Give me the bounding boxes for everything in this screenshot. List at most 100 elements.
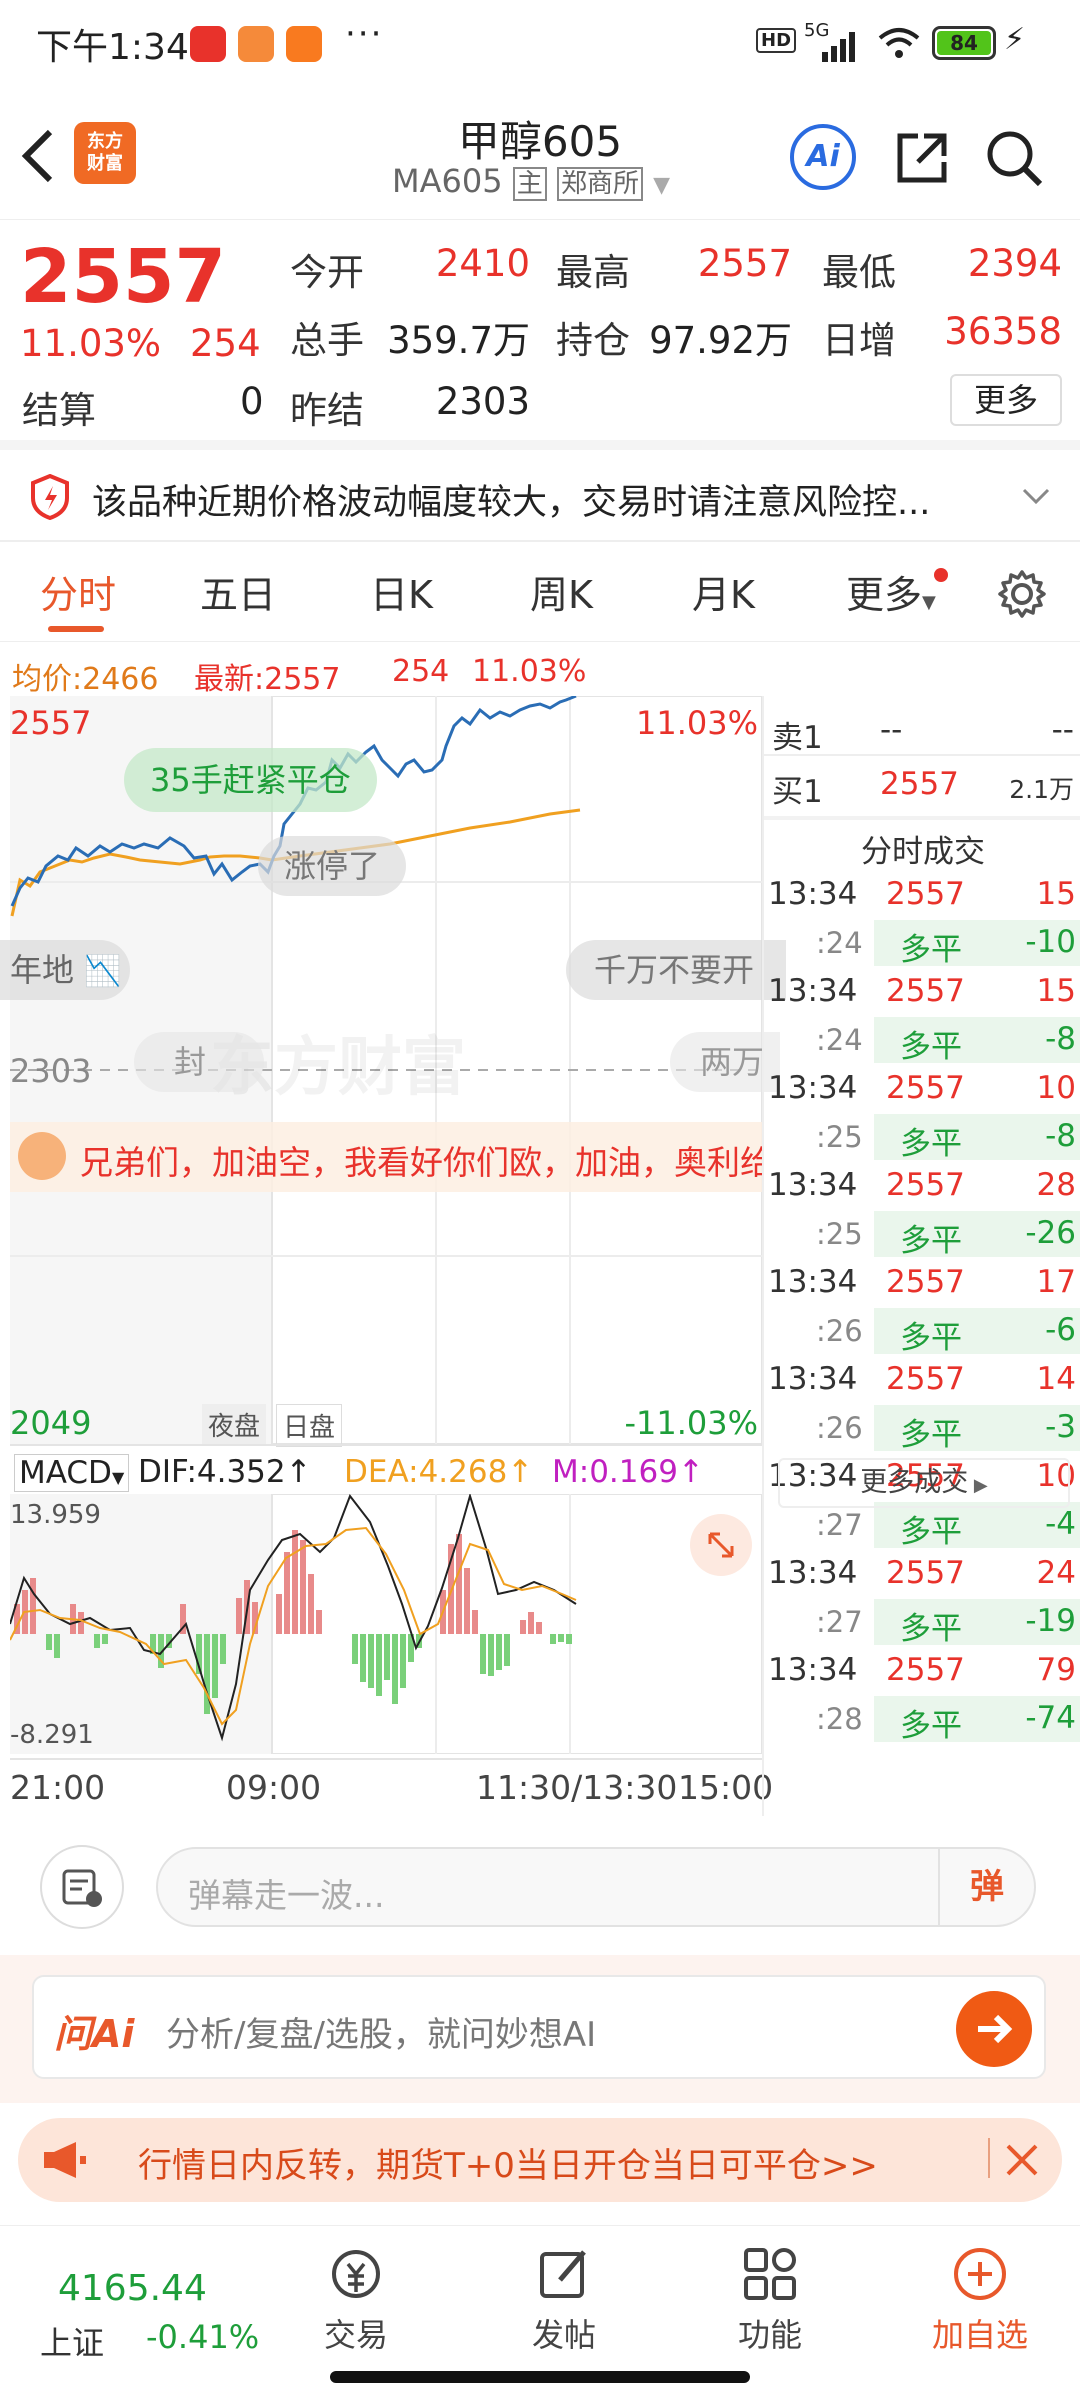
trades-panel: 卖1 -- -- 买1 2557 2.1万 分时成交 13:34 2557 15:2… <box>762 696 1080 1816</box>
trade-type: 多平 <box>900 1029 962 1065</box>
pct-axis-top: 11.03% <box>635 704 758 742</box>
latest-change: 254 <box>392 654 450 689</box>
macd-dea: DEA:4.268↑ <box>344 1454 534 1490</box>
trade-detail-row: :26 多平 -6 <box>764 1308 1080 1356</box>
tab-intraday[interactable]: 分时 <box>40 564 116 619</box>
intraday-chart[interactable]: 2557 11.03% 2303 2049 -11.03% 夜盘 日盘 东方财富… <box>0 696 786 1447</box>
volume-label: 总手 <box>290 319 364 362</box>
macd-panel[interactable]: MACD▼ DIF:4.352↑ DEA:4.268↑ M:0.169↑ 13.… <box>10 1444 762 1754</box>
share-icon[interactable] <box>894 130 950 186</box>
trade-volume: 79 <box>1036 1652 1076 1688</box>
tab-daily-k[interactable]: 日K <box>370 564 433 619</box>
macd-selector[interactable]: MACD▼ <box>14 1454 130 1492</box>
settings-gear-icon[interactable] <box>996 568 1048 620</box>
grid-icon <box>744 2248 796 2300</box>
night-session-label: 夜盘 <box>202 1404 267 1445</box>
high-value: 2557 <box>697 242 792 285</box>
trade-second: :27 <box>816 1605 863 1639</box>
ask-ai-section: 问Ai 分析/复盘/选股，就问妙想AI <box>0 1955 1080 2103</box>
nav-post[interactable]: 发帖 <box>494 2226 634 2356</box>
trade-delta: -74 <box>1025 1700 1076 1736</box>
trade-type: 多平 <box>900 1320 962 1356</box>
app-notification-icon <box>238 26 274 62</box>
danmaku-input[interactable]: 弹幕走一波... 弹 <box>156 1847 1036 1927</box>
exchange-badge: 郑商所 <box>556 167 643 201</box>
quote-panel: 2557 11.03% 254 结算 0 今开 2410 最高 2557 最低 … <box>0 220 1080 450</box>
latest-pct: 11.03% <box>472 654 587 689</box>
trade-row: 13:34 2557 24 <box>764 1551 1080 1599</box>
ai-icon[interactable]: Ai <box>790 124 856 190</box>
nav-add-watchlist[interactable]: 加自选 <box>910 2226 1050 2356</box>
trade-volume: 17 <box>1036 1264 1076 1300</box>
index-ticker[interactable]: 4165.44 上证 -0.41% <box>0 2226 259 2362</box>
trade-detail-row: :26 多平 -3 <box>764 1405 1080 1453</box>
app-notification-icon <box>190 26 226 62</box>
risk-warning[interactable]: 该品种近期价格波动幅度较大，交易时请注意风险控... <box>0 450 1080 542</box>
trade-type: 多平 <box>900 1126 962 1162</box>
status-time: 下午1:34 <box>36 27 189 68</box>
promo-text: 行情日内反转，期货T+0当日开仓当日可平仓>> <box>138 2146 878 2186</box>
expand-icon[interactable] <box>690 1514 752 1576</box>
nav-functions[interactable]: 功能 <box>700 2226 840 2356</box>
more-trades-button[interactable]: 更多成交 ▶ <box>778 1458 1070 1508</box>
trade-price: 2557 <box>886 1070 965 1106</box>
low-label: 最低 <box>822 251 896 294</box>
tab-five-day[interactable]: 五日 <box>200 564 276 619</box>
tab-weekly-k[interactable]: 周K <box>530 564 593 619</box>
trade-volume: 14 <box>1036 1361 1076 1397</box>
search-icon[interactable] <box>984 128 1044 188</box>
trade-row: 13:34 2557 17 <box>764 1260 1080 1308</box>
tab-more[interactable]: 更多▼ <box>846 564 936 619</box>
ask-ai-input[interactable]: 问Ai 分析/复盘/选股，就问妙想AI <box>32 1975 1046 2079</box>
close-icon[interactable] <box>1002 2140 1042 2180</box>
warning-text: 该品种近期价格波动幅度较大，交易时请注意风险控... <box>92 483 931 523</box>
trade-volume: 24 <box>1036 1555 1076 1591</box>
ask-ai-logo: 问Ai <box>54 2012 135 2056</box>
day-session-label: 日盘 <box>276 1404 343 1447</box>
open-value: 2410 <box>435 242 530 285</box>
trade-row: 13:34 2557 15 <box>764 872 1080 920</box>
index-change: -0.41% <box>146 2318 260 2356</box>
trade-row: 13:34 2557 14 <box>764 1357 1080 1405</box>
index-name: 上证 <box>40 2324 105 2362</box>
high-label: 最高 <box>556 251 630 294</box>
volume-value: 359.7万 <box>387 319 530 362</box>
nav-trade[interactable]: 交易 <box>286 2226 426 2356</box>
low-value: 2394 <box>967 242 1062 285</box>
trade-price: 2557 <box>886 1652 965 1688</box>
orderbook-buy: 买1 2557 2.1万 <box>772 766 1074 810</box>
danmaku-bar: 弹幕走一波... 弹 <box>0 1815 1080 1955</box>
trade-row: 13:34 2557 10 <box>764 1066 1080 1114</box>
more-quote-button[interactable]: 更多 <box>950 374 1062 426</box>
trade-price: 2557 <box>886 973 965 1009</box>
trade-second: :24 <box>816 1023 863 1057</box>
promo-banner[interactable]: 行情日内反转，期货T+0当日开仓当日可平仓>> <box>18 2118 1062 2202</box>
hd-icon: HD <box>756 28 797 53</box>
bottom-nav: 4165.44 上证 -0.41% 交易 发帖 功能 加自选 <box>0 2225 1080 2400</box>
contract-subtitle[interactable]: MA605 主 郑商所 ▼ <box>392 162 670 201</box>
ask-ai-placeholder: 分析/复盘/选股，就问妙想AI <box>166 2015 597 2055</box>
ask-ai-submit-button[interactable] <box>956 1991 1032 2067</box>
danmaku-send-button[interactable]: 弹 <box>938 1849 1034 1925</box>
chevron-down-icon[interactable] <box>1020 486 1052 506</box>
trade-detail-row: :27 多平 -19 <box>764 1599 1080 1647</box>
add-circle-icon <box>954 2248 1006 2300</box>
macd-m: M:0.169↑ <box>552 1454 704 1490</box>
status-bar: 下午1:34 ··· HD 5G 84 ⚡ <box>0 0 1080 90</box>
active-tab-indicator <box>48 626 104 632</box>
trade-time: 13:34 <box>768 1652 858 1688</box>
trade-detail-row: :28 多平 -74 <box>764 1696 1080 1744</box>
trade-type: 多平 <box>900 932 962 968</box>
tab-monthly-k[interactable]: 月K <box>692 564 755 619</box>
time-tick: 09:00 <box>226 1768 322 1807</box>
trade-delta: -8 <box>1045 1021 1076 1057</box>
trade-price: 2557 <box>886 876 965 912</box>
trade-price: 2557 <box>886 1555 965 1591</box>
danmaku-settings-icon[interactable] <box>40 1845 124 1929</box>
trade-detail-row: :24 多平 -8 <box>764 1017 1080 1065</box>
time-axis: 21:00 09:00 11:30/13:30 15:00 <box>10 1758 773 1808</box>
trade-delta: -3 <box>1045 1409 1076 1445</box>
trades-list: 13:34 2557 15:24 多平 -10 13:34 2557 15:24 多平 -8 13:… <box>764 872 1080 1744</box>
price-axis-top: 2557 <box>10 704 92 742</box>
trades-title: 分时成交 <box>861 834 985 870</box>
